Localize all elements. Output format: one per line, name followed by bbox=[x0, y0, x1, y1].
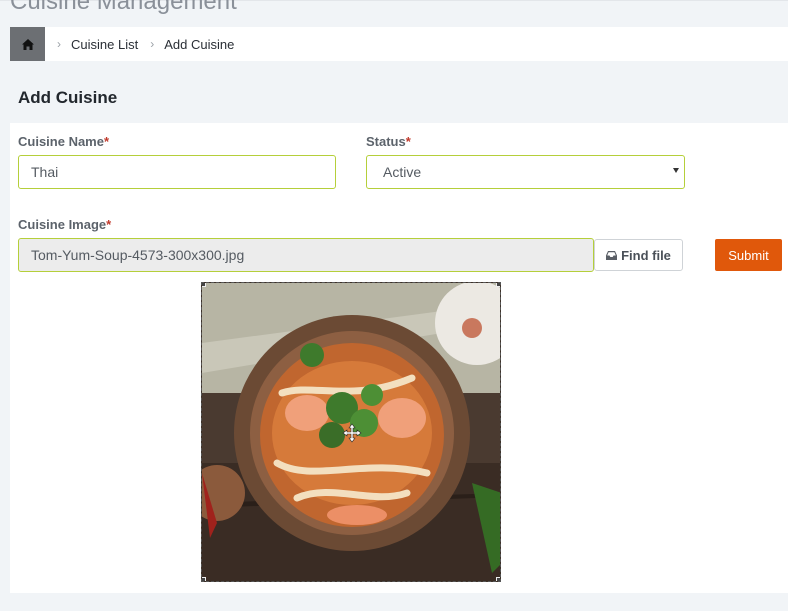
cuisine-name-label: Cuisine Name* bbox=[18, 134, 109, 149]
crop-handle[interactable] bbox=[202, 283, 206, 287]
crop-handle[interactable] bbox=[496, 577, 500, 581]
required-mark: * bbox=[103, 134, 110, 149]
find-file-button[interactable]: Find file bbox=[594, 239, 683, 271]
required-mark: * bbox=[405, 134, 411, 149]
card-title: Add Cuisine bbox=[18, 88, 118, 107]
cuisine-name-label-text: Cuisine Name bbox=[18, 134, 104, 149]
cuisine-name-input[interactable]: Thai bbox=[18, 155, 336, 189]
status-value: Active bbox=[383, 164, 422, 180]
soup-image bbox=[202, 283, 500, 581]
home-icon bbox=[21, 38, 34, 50]
home-button[interactable] bbox=[10, 27, 45, 61]
submit-button[interactable]: Submit bbox=[715, 239, 782, 271]
inbox-icon bbox=[606, 250, 618, 260]
status-select[interactable]: Active bbox=[366, 155, 685, 189]
breadcrumb-item-cuisine-list[interactable]: Cuisine List bbox=[71, 37, 138, 52]
cuisine-image-input[interactable]: Tom-Yum-Soup-4573-300x300.jpg bbox=[18, 238, 594, 272]
cuisine-image-label: Cuisine Image* bbox=[18, 217, 111, 232]
find-file-label: Find file bbox=[621, 247, 671, 263]
dropdown-arrow-icon bbox=[673, 168, 679, 173]
page-title: Cuisine Management bbox=[10, 0, 237, 15]
chevron-right-icon: › bbox=[57, 37, 61, 51]
crop-handle[interactable] bbox=[496, 283, 500, 287]
status-label-text: Status bbox=[366, 134, 406, 149]
breadcrumb-item-add-cuisine: Add Cuisine bbox=[164, 36, 235, 52]
cuisine-image-label-text: Cuisine Image bbox=[18, 217, 107, 232]
cuisine-name-value: Thai bbox=[31, 164, 59, 180]
breadcrumb: › Cuisine List › Add Cuisine bbox=[10, 27, 788, 61]
status-label: Status* bbox=[366, 134, 411, 149]
chevron-right-icon: › bbox=[150, 37, 155, 51]
crop-handle[interactable] bbox=[202, 577, 206, 581]
cuisine-image-filename: Tom-Yum-Soup-4573-300x300.jpg bbox=[31, 247, 245, 263]
cuisine-image-preview[interactable] bbox=[201, 282, 501, 582]
required-mark: * bbox=[106, 217, 112, 232]
